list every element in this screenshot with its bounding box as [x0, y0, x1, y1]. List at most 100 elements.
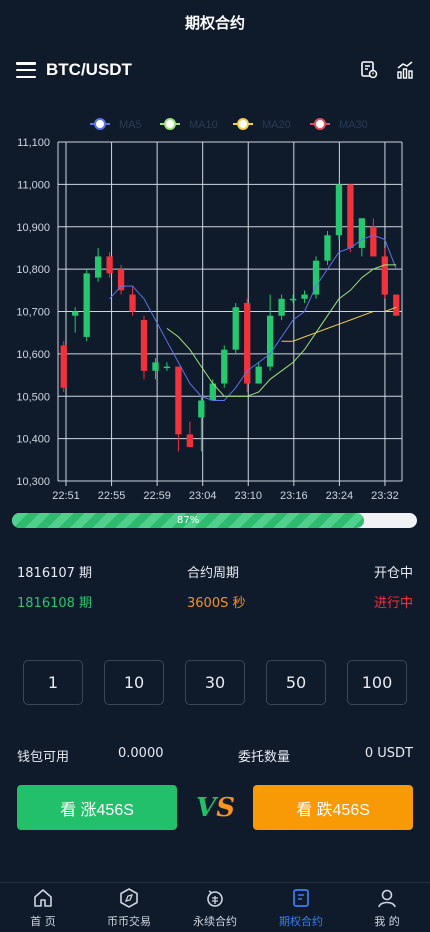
pair-name[interactable]: BTC/USDT	[46, 60, 132, 80]
amount-option-1[interactable]: 1	[23, 660, 83, 705]
home-icon	[34, 888, 52, 907]
candle-body	[266, 315, 274, 367]
x-tick-label: 22:55	[98, 490, 126, 502]
x-tick-label: 23:04	[189, 490, 217, 502]
buy-up-button[interactable]: 看 涨456S	[17, 785, 177, 830]
document-icon	[293, 888, 309, 907]
amount-options: 1 10 30 50 100	[23, 660, 407, 705]
candle-body	[60, 345, 67, 388]
candle-body	[232, 307, 239, 350]
x-tick-label: 23:10	[234, 490, 262, 502]
y-tick-label: 10,600	[16, 349, 50, 361]
amount-option-100[interactable]: 100	[347, 660, 407, 705]
period-progress-bar: 87%	[12, 513, 417, 528]
kline-svg: MA5 MA10 MA20 MA30 11,100 11,000 10,900 10,800 1…	[16, 118, 403, 502]
tab-label: 币币交易	[107, 914, 151, 928]
tab-label: 期权合约	[279, 914, 323, 928]
tab-options[interactable]: 期权合约	[258, 883, 344, 932]
y-tick-label: 10,800	[16, 264, 50, 276]
candle-body	[163, 366, 171, 369]
header: BTC/USDT	[0, 48, 430, 92]
x-tick-label: 23:32	[371, 490, 399, 502]
amount-option-10[interactable]: 10	[104, 660, 164, 705]
legend-label: MA20	[262, 119, 291, 131]
candle-body	[278, 298, 285, 316]
tab-spot[interactable]: 币币交易	[86, 883, 172, 932]
legend-marker	[314, 118, 326, 130]
legend-marker	[164, 118, 176, 130]
tab-label: 我 的	[374, 914, 400, 928]
kline-chart[interactable]: MA5 MA10 MA20 MA30 11,100 11,000 10,900 10,800 1…	[0, 108, 430, 508]
legend-label: MA30	[339, 119, 368, 131]
legend-label: MA5	[119, 119, 142, 131]
candle-body	[393, 294, 400, 316]
candle-body	[255, 366, 262, 384]
vs-logo: VS	[196, 793, 235, 823]
y-tick-label: 11,100	[17, 137, 50, 149]
candle-body	[347, 184, 354, 248]
y-tick-label: 10,500	[16, 391, 50, 403]
amount-option-30[interactable]: 30	[185, 660, 245, 705]
legend-label: MA10	[189, 119, 218, 131]
current-period-id: 1816107 期	[17, 566, 93, 581]
candle-body	[94, 256, 102, 278]
candle-body	[358, 218, 366, 248]
legend-marker	[237, 118, 249, 130]
tab-label: 首 页	[30, 914, 56, 928]
candle-body	[129, 294, 136, 312]
candle-body	[186, 434, 194, 448]
amount-option-50[interactable]: 50	[266, 660, 326, 705]
chart-icon[interactable]	[396, 60, 414, 80]
candle-body	[152, 362, 159, 371]
candle-body	[117, 269, 125, 291]
cycle-label: 合约周期	[187, 566, 240, 581]
candle-body	[106, 256, 113, 274]
menu-icon[interactable]	[16, 62, 36, 78]
order-history-icon[interactable]	[360, 60, 378, 80]
wallet-row: 钱包可用 0.0000 委托数量 0 USDT	[17, 746, 413, 766]
y-tick-label: 10,300	[16, 476, 50, 488]
compass-icon	[120, 887, 138, 908]
tab-mine[interactable]: 我 的	[344, 883, 430, 932]
period-row-current: 1816107 期 合约周期 开仓中	[17, 562, 413, 581]
candle-body	[289, 298, 297, 301]
tab-home[interactable]: 首 页	[0, 883, 86, 932]
y-tick-label: 10,900	[16, 222, 50, 234]
candle-body	[140, 319, 148, 371]
user-icon	[378, 889, 396, 907]
y-tick-label: 10,700	[16, 307, 50, 319]
next-period-id: 1816108 期	[17, 596, 93, 611]
cycle-value: 3600S 秒	[187, 596, 246, 611]
legend-marker	[94, 118, 106, 130]
x-tick-label: 22:51	[52, 490, 80, 502]
candle-body	[221, 349, 228, 384]
x-tick-label: 23:16	[280, 490, 308, 502]
candle-body	[83, 273, 90, 337]
page-title: 期权合约	[0, 0, 430, 44]
status-running: 进行中	[373, 596, 413, 611]
status-open: 开仓中	[373, 566, 413, 581]
qty-value: 0 USDT	[364, 746, 413, 761]
period-row-next: 1816108 期 3600S 秒 进行中	[17, 592, 413, 611]
qty-label: 委托数量	[238, 750, 291, 765]
tab-label: 永续合约	[193, 914, 237, 928]
y-tick-label: 11,000	[17, 179, 50, 191]
progress-fill: 87%	[12, 513, 365, 528]
candle-body	[175, 366, 182, 435]
ma10-line	[166, 264, 397, 397]
candle-body	[370, 226, 377, 257]
wallet-value: 0.0000	[118, 746, 164, 761]
wallet-label: 钱包可用	[17, 750, 70, 765]
tab-perpetual[interactable]: 永续合约	[172, 883, 258, 932]
candle-body	[301, 294, 308, 299]
x-tick-label: 22:59	[143, 490, 171, 502]
candle-body	[312, 260, 320, 295]
exchange-icon	[207, 889, 223, 907]
x-tick-label: 23:24	[326, 490, 354, 502]
bottom-tab-bar: 首 页 币币交易 永续合约 期权合约 我 的	[0, 882, 430, 932]
y-tick-label: 10,400	[16, 434, 50, 446]
candle-body	[335, 184, 343, 236]
candle-body	[381, 256, 388, 295]
buy-down-button[interactable]: 看 跌456S	[253, 785, 413, 830]
progress-label: 87%	[177, 515, 200, 526]
